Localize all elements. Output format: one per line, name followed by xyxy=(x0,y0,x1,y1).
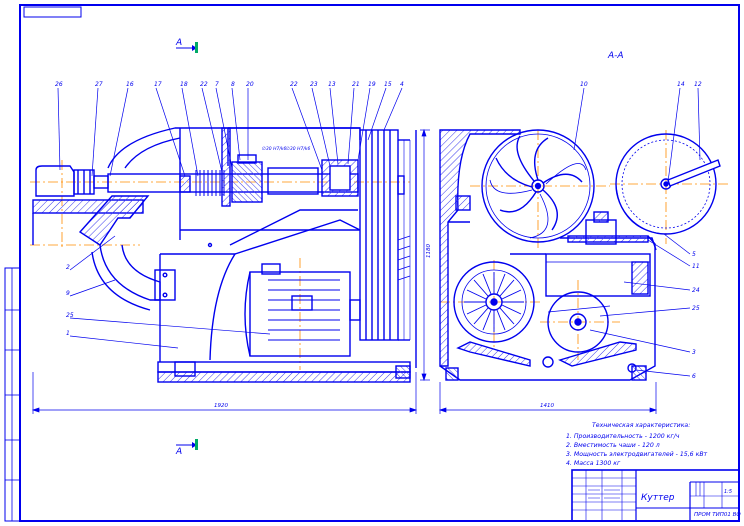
left-view-machine xyxy=(30,127,417,383)
right-base-linkage xyxy=(445,341,647,381)
svg-text:19: 19 xyxy=(368,81,376,88)
svg-text:15: 15 xyxy=(384,81,392,88)
svg-text:A: A xyxy=(175,38,182,48)
tech-spec-notes: Техническая характеристика: 1. Производи… xyxy=(566,422,708,467)
svg-text:16: 16 xyxy=(126,81,134,88)
svg-text:23: 23 xyxy=(310,81,318,88)
svg-text:6: 6 xyxy=(692,373,696,380)
svg-text:21: 21 xyxy=(352,81,360,88)
svg-text:20: 20 xyxy=(246,81,254,88)
belt-pulley-stack xyxy=(359,129,417,368)
gearbox-housing xyxy=(560,211,657,251)
cutter-shaft-assembly xyxy=(107,154,359,203)
section-marker-top: A xyxy=(175,38,198,53)
svg-text:2. Вместимость чаши - 120 л: 2. Вместимость чаши - 120 л xyxy=(566,442,660,449)
svg-text:4. Масса 1300 кг: 4. Масса 1300 кг xyxy=(566,460,621,467)
svg-text:9: 9 xyxy=(66,290,70,297)
fan-motor xyxy=(453,261,535,343)
svg-text:18: 18 xyxy=(180,81,188,88)
svg-text:14: 14 xyxy=(677,81,685,88)
drive-motor-small xyxy=(35,165,109,197)
svg-text:4: 4 xyxy=(400,81,404,88)
title-block-scale: 1:5 xyxy=(724,489,732,495)
lower-body-frame xyxy=(154,209,361,362)
svg-text:8: 8 xyxy=(231,81,235,88)
svg-text:12: 12 xyxy=(694,81,702,88)
section-marker-bottom: A xyxy=(175,439,198,457)
svg-text:24: 24 xyxy=(692,287,700,294)
title-block-name: Куттер xyxy=(641,493,675,503)
svg-text:2: 2 xyxy=(66,264,70,271)
svg-text:13: 13 xyxy=(328,81,336,88)
right-width-value: 1410 xyxy=(540,403,554,409)
svg-text:25: 25 xyxy=(692,305,700,312)
view-title: A-A xyxy=(607,51,624,61)
svg-text:17: 17 xyxy=(154,81,162,88)
svg-text:5: 5 xyxy=(692,251,696,258)
svg-text:1. Производительность - 1200 к: 1. Производительность - 1200 кг/ч xyxy=(566,433,680,440)
svg-text:7: 7 xyxy=(215,81,219,88)
bowl-motor-block xyxy=(510,253,651,297)
svg-text:Техническая характеристика:: Техническая характеристика: xyxy=(592,422,690,429)
left-base xyxy=(157,361,411,383)
svg-text:26: 26 xyxy=(55,81,63,88)
shaft-fit-labels: ∅30 H7/k6 ∅30 H7/k6 xyxy=(262,146,310,152)
svg-text:25: 25 xyxy=(66,312,74,319)
svg-text:A: A xyxy=(175,447,182,457)
title-block-doc-code: ПРОМ ТИП01 ВО xyxy=(694,512,741,518)
svg-text:3. Мощность электродвигателей: 3. Мощность электродвигателей - 15,6 кВт xyxy=(566,451,708,458)
svg-text:3: 3 xyxy=(692,349,696,356)
svg-text:10: 10 xyxy=(580,81,588,88)
height-value: 1180 xyxy=(426,244,432,258)
svg-text:1: 1 xyxy=(66,330,70,337)
drawing-sheet: A A A-A 26 27 16 17 18 22 7 8 20 22 23 1… xyxy=(4,4,741,522)
svg-text:∅30 H7/k6: ∅30 H7/k6 xyxy=(286,146,310,152)
svg-text:∅30 H7/k6: ∅30 H7/k6 xyxy=(262,146,286,152)
right-dimension-width xyxy=(438,382,658,414)
svg-text:27: 27 xyxy=(95,81,103,88)
left-width-value: 1920 xyxy=(214,403,228,409)
main-electric-motor xyxy=(244,263,361,357)
svg-text:22: 22 xyxy=(290,81,298,88)
right-view-machine xyxy=(439,129,730,381)
svg-text:11: 11 xyxy=(692,263,700,270)
svg-text:22: 22 xyxy=(200,81,208,88)
